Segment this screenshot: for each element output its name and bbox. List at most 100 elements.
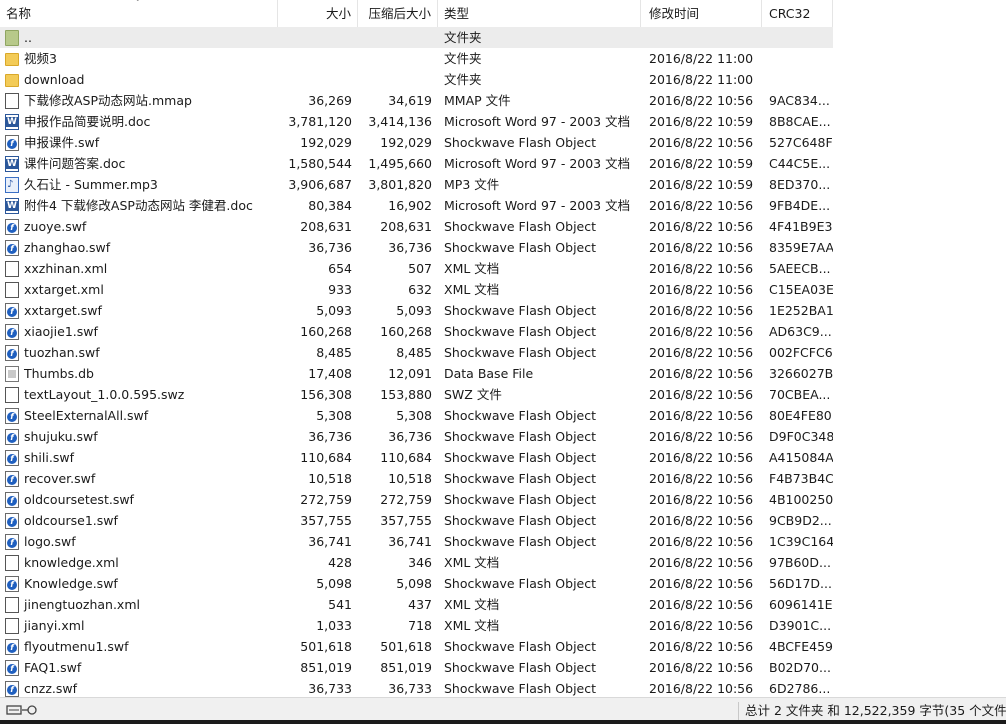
cell-name: download [0,69,278,90]
cell-crc32: 6D2786... [769,681,831,696]
table-row[interactable]: flyoutmenu1.swf 501,618 501,618 Shockwave F… [0,636,833,657]
file-name: oldcoursetest.swf [24,492,134,507]
cell-crc32: 3266027B [769,366,833,381]
table-row[interactable]: shili.swf 110,684 110,684 Shockwave Flash O… [0,447,833,468]
file-name: jianyi.xml [24,618,85,633]
table-row[interactable]: 申报课件.swf 192,029 192,029 Shockwave Flash Ob… [0,132,833,153]
cell-crc32: A415084A [769,450,833,465]
cell-name: FAQ1.swf [0,657,278,678]
cell-modified: 2016/8/22 10:56 [649,471,754,486]
cell-type: Microsoft Word 97 - 2003 文档 [444,198,631,213]
table-row[interactable]: 课件问题答案.doc 1,580,544 1,495,660 Microsoft Wo… [0,153,833,174]
flash-file-icon [5,134,19,151]
cell-size: 357,755 [300,513,352,528]
table-row[interactable]: 申报作品简要说明.doc 3,781,120 3,414,136 Microsoft … [0,111,833,132]
cell-name: 课件问题答案.doc [0,153,278,174]
column-header-name[interactable]: 名称 ⌄ [0,0,278,27]
table-row[interactable]: zhanghao.swf 36,736 36,736 Shockwave Flash … [0,237,833,258]
cell-packed-size: 507 [408,261,432,276]
file-name: .. [24,30,32,45]
cell-size: 156,308 [300,387,352,402]
file-name: xxtarget.swf [24,303,102,318]
cell-type: Shockwave Flash Object [444,681,597,696]
cell-size: 192,029 [300,135,352,150]
cell-modified: 2016/8/22 10:59 [649,156,754,171]
cell-size: 80,384 [308,198,352,213]
flash-file-icon [5,470,19,487]
cell-type: Shockwave Flash Object [444,324,597,339]
table-row[interactable]: Thumbs.db 17,408 12,091 Data Base File 2016/… [0,363,833,384]
cell-modified: 2016/8/22 10:56 [649,555,754,570]
cell-crc32: 4B100250 [769,492,833,507]
cell-type: Shockwave Flash Object [444,450,597,465]
cell-name: shujuku.swf [0,426,278,447]
cell-modified: 2016/8/22 11:00 [649,51,754,66]
cell-modified: 2016/8/22 10:56 [649,198,754,213]
file-icon [5,554,19,571]
cell-crc32 [762,27,833,48]
cell-size: 17,408 [308,366,352,381]
table-row[interactable]: jinengtuozhan.xml 541 437 XML 文档 2016/8/22 1… [0,594,833,615]
cell-modified: 2016/8/22 10:56 [649,324,754,339]
table-row[interactable]: xxzhinan.xml 654 507 XML 文档 2016/8/22 10:56 5… [0,258,833,279]
table-row[interactable]: 下载修改ASP动态网站.mmap 36,269 34,619 MMAP 文件 2016/… [0,90,833,111]
table-row[interactable]: oldcoursetest.swf 272,759 272,759 Shockwave… [0,489,833,510]
file-name: 视频3 [24,51,57,66]
cell-type: Shockwave Flash Object [444,471,597,486]
cell-modified: 2016/8/22 10:56 [649,408,754,423]
cell-crc32: 56D17D... [769,576,832,591]
cell-packed-size: 3,801,820 [368,177,432,192]
table-row[interactable]: Knowledge.swf 5,098 5,098 Shockwave Flash O… [0,573,833,594]
flash-file-icon [5,428,19,445]
table-row[interactable]: shujuku.swf 36,736 36,736 Shockwave Flash O… [0,426,833,447]
cell-crc32: 4BCFE459 [769,639,833,654]
table-row[interactable]: logo.swf 36,741 36,741 Shockwave Flash Obje… [0,531,833,552]
table-row[interactable]: oldcourse1.swf 357,755 357,755 Shockwave Fl… [0,510,833,531]
table-row[interactable]: zuoye.swf 208,631 208,631 Shockwave Flash O… [0,216,833,237]
cell-packed-size: 5,098 [396,576,432,591]
cell-modified: 2016/8/22 10:56 [649,660,754,675]
cell-size: 1,580,544 [288,156,352,171]
column-header-packed-size[interactable]: 压缩后大小 [358,0,438,27]
table-row[interactable]: xiaojie1.swf 160,268 160,268 Shockwave Flas… [0,321,833,342]
column-header-size[interactable]: 大小 [278,0,358,27]
table-row[interactable]: knowledge.xml 428 346 XML 文档 2016/8/22 10:56… [0,552,833,573]
column-header-crc32[interactable]: CRC32 [762,0,833,27]
cell-type: Microsoft Word 97 - 2003 文档 [444,114,631,129]
table-row[interactable]: xxtarget.xml 933 632 XML 文档 2016/8/22 10:56 C… [0,279,833,300]
table-row[interactable]: tuozhan.swf 8,485 8,485 Shockwave Flash Obj… [0,342,833,363]
word-document-icon [5,197,19,214]
table-row[interactable]: 久石让 - Summer.mp3 3,906,687 3,801,820 MP3 文件… [0,174,833,195]
table-row[interactable]: jianyi.xml 1,033 718 XML 文档 2016/8/22 10:56 D… [0,615,833,636]
cell-size: 1,033 [316,618,352,633]
table-row[interactable]: download 文件夹 2016/8/22 11:00 [0,69,833,90]
table-row[interactable]: 视频3 文件夹 2016/8/22 11:00 [0,48,833,69]
cell-packed-size: 208,631 [380,219,432,234]
cell-type: Shockwave Flash Object [444,660,597,675]
cell-type: Shockwave Flash Object [444,240,597,255]
cell-crc32: 5AEECB... [769,261,831,276]
table-row[interactable]: 附件4 下载修改ASP动态网站 李健君.doc 80,384 16,902 Micro… [0,195,833,216]
cell-name: Thumbs.db [0,363,278,384]
file-name: flyoutmenu1.swf [24,639,129,654]
cell-crc32: 1C39C164 [769,534,833,549]
column-header-modified[interactable]: 修改时间 [641,0,762,27]
word-document-icon [5,113,19,130]
cell-packed-size: 12,091 [388,366,432,381]
table-row[interactable]: recover.swf 10,518 10,518 Shockwave Flash O… [0,468,833,489]
table-row[interactable]: cnzz.swf 36,733 36,733 Shockwave Flash Obje… [0,678,833,699]
cell-crc32: C15EA03E [769,282,833,297]
cell-type: Shockwave Flash Object [444,639,597,654]
cell-modified: 2016/8/22 10:56 [649,597,754,612]
table-row[interactable]: SteelExternalAll.swf 5,308 5,308 Shockwave … [0,405,833,426]
file-name: SteelExternalAll.swf [24,408,149,423]
cell-type: Shockwave Flash Object [444,513,597,528]
status-divider [738,702,739,720]
cell-modified: 2016/8/22 10:56 [649,366,754,381]
cell-packed-size: 501,618 [380,639,432,654]
column-header-type[interactable]: 类型 [438,0,641,27]
table-row[interactable]: FAQ1.swf 851,019 851,019 Shockwave Flash Ob… [0,657,833,678]
table-row[interactable]: .. 文件夹 [0,27,833,48]
table-row[interactable]: xxtarget.swf 5,093 5,093 Shockwave Flash Ob… [0,300,833,321]
table-row[interactable]: textLayout_1.0.0.595.swz 156,308 153,880 SW… [0,384,833,405]
